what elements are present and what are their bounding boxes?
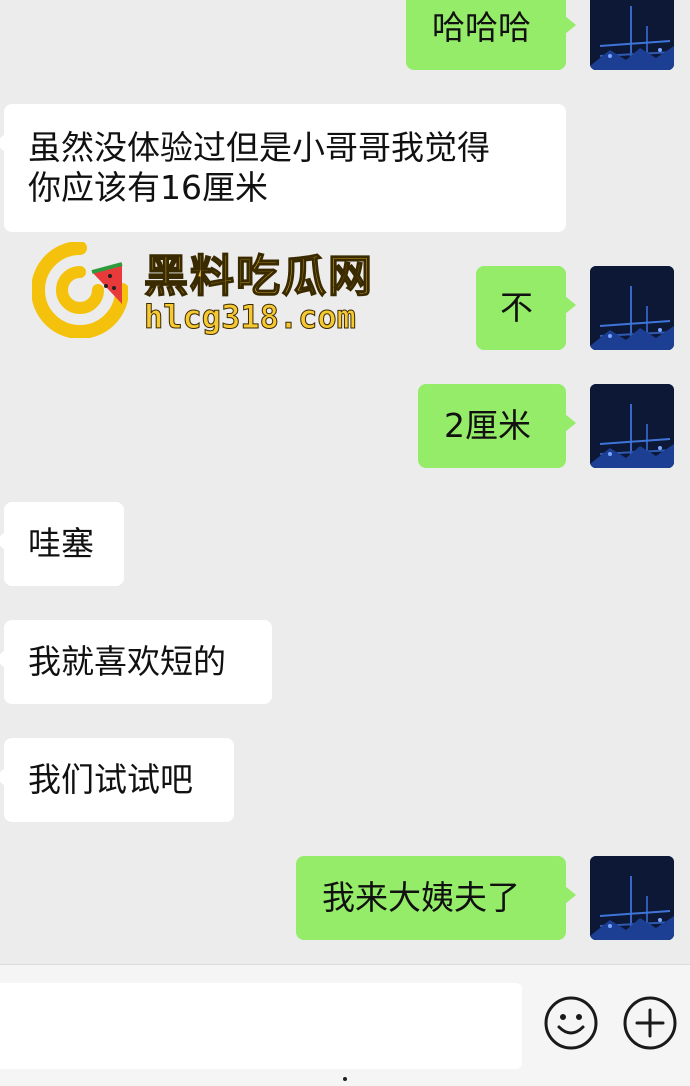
watermelon-logo-icon (32, 242, 128, 338)
message-bubble-incoming[interactable]: 虽然没体验过但是小哥哥我觉得 你应该有16厘米 (0, 104, 566, 232)
night-city-avatar-image (590, 266, 674, 350)
night-city-avatar-image (590, 0, 674, 70)
message-text: 我来大姨夫了 (322, 878, 520, 917)
message-text-line-1: 虽然没体验过但是小哥哥我觉得 (28, 128, 490, 167)
message-bubble-outgoing[interactable]: 我来大姨夫了 (296, 856, 576, 940)
chat-screen: 哈哈哈 虽然没体验过但是小哥哥我觉得 你应该有16厘米 黑料吃瓜网 hlcg31… (0, 0, 690, 1086)
message-text: 2厘米 (444, 406, 531, 445)
my-avatar[interactable] (590, 856, 674, 940)
message-bubble-incoming[interactable]: 我们试试吧 (0, 738, 234, 822)
message-text: 我们试试吧 (28, 760, 193, 799)
my-avatar[interactable] (590, 266, 674, 350)
night-city-avatar-image (590, 856, 674, 940)
message-input-bar (0, 964, 690, 1086)
message-bubble-outgoing[interactable]: 哈哈哈 (406, 0, 576, 70)
message-text-line-2: 你应该有16厘米 (28, 168, 268, 207)
my-avatar[interactable] (590, 384, 674, 468)
message-text: 哈哈哈 (432, 8, 531, 47)
my-avatar[interactable] (590, 0, 674, 70)
message-input[interactable] (0, 983, 522, 1069)
plus-icon[interactable] (622, 995, 678, 1051)
message-text: 哇塞 (28, 524, 94, 563)
watermark-title: 黑料吃瓜网 (143, 250, 374, 303)
home-indicator (343, 1077, 347, 1081)
message-bubble-outgoing[interactable]: 不 (476, 266, 576, 350)
message-bubble-incoming[interactable]: 我就喜欢短的 (0, 620, 272, 704)
message-bubble-outgoing[interactable]: 2厘米 (418, 384, 576, 468)
message-text: 不 (500, 288, 533, 327)
message-text: 我就喜欢短的 (28, 642, 226, 681)
watermark-url: hlcg318.com (144, 298, 357, 337)
watermark-logo: 黑料吃瓜网 hlcg318.com (32, 240, 412, 340)
emoji-icon[interactable] (543, 995, 599, 1051)
message-bubble-incoming[interactable]: 哇塞 (0, 502, 124, 586)
night-city-avatar-image (590, 384, 674, 468)
